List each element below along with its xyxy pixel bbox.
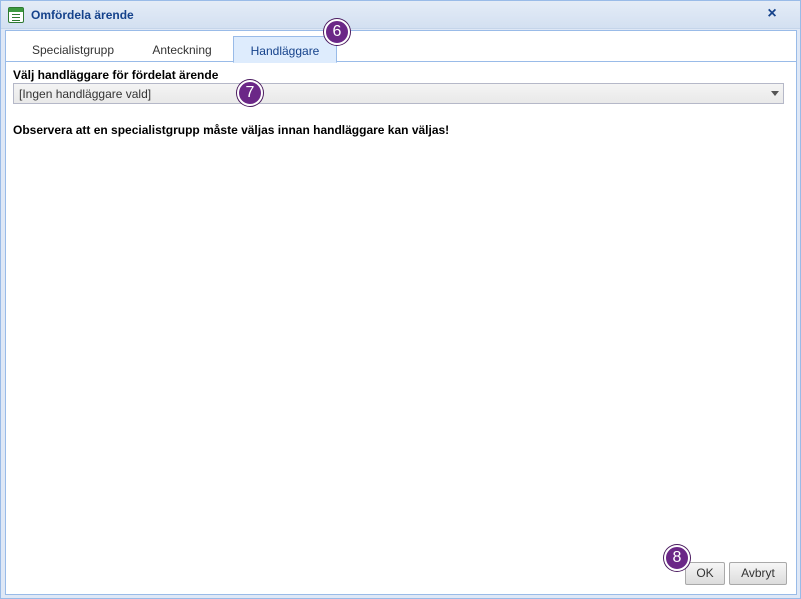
ok-button[interactable]: OK	[685, 562, 725, 585]
dialog-body: Specialistgrupp Anteckning Handläggare V…	[5, 30, 797, 595]
tab-specialistgrupp[interactable]: Specialistgrupp	[20, 36, 126, 62]
handlaggare-select-value: [Ingen handläggare vald]	[19, 87, 152, 101]
dialog-titlebar: Omfördela ärende ×	[1, 1, 800, 29]
dialog-title: Omfördela ärende	[31, 8, 134, 22]
annotation-badge-8: 8	[664, 545, 690, 571]
annotation-badge-6: 6	[324, 19, 350, 45]
triangle-down-icon[interactable]	[771, 91, 779, 96]
tab-bar: Specialistgrupp Anteckning Handläggare	[6, 31, 796, 63]
annotation-badge-7: 7	[237, 80, 263, 106]
handlaggare-field-label: Välj handläggare för fördelat ärende	[13, 68, 219, 82]
cancel-button[interactable]: Avbryt	[729, 562, 787, 585]
form-document-icon	[8, 7, 24, 23]
tab-handlaggare[interactable]: Handläggare	[233, 36, 337, 63]
tab-anteckning[interactable]: Anteckning	[138, 36, 226, 62]
close-icon[interactable]: ×	[764, 6, 780, 22]
notice-text: Observera att en specialistgrupp måste v…	[13, 123, 450, 137]
reassign-dialog: Omfördela ärende × Specialistgrupp Antec…	[0, 0, 801, 599]
handlaggare-select[interactable]: [Ingen handläggare vald]	[13, 83, 784, 104]
